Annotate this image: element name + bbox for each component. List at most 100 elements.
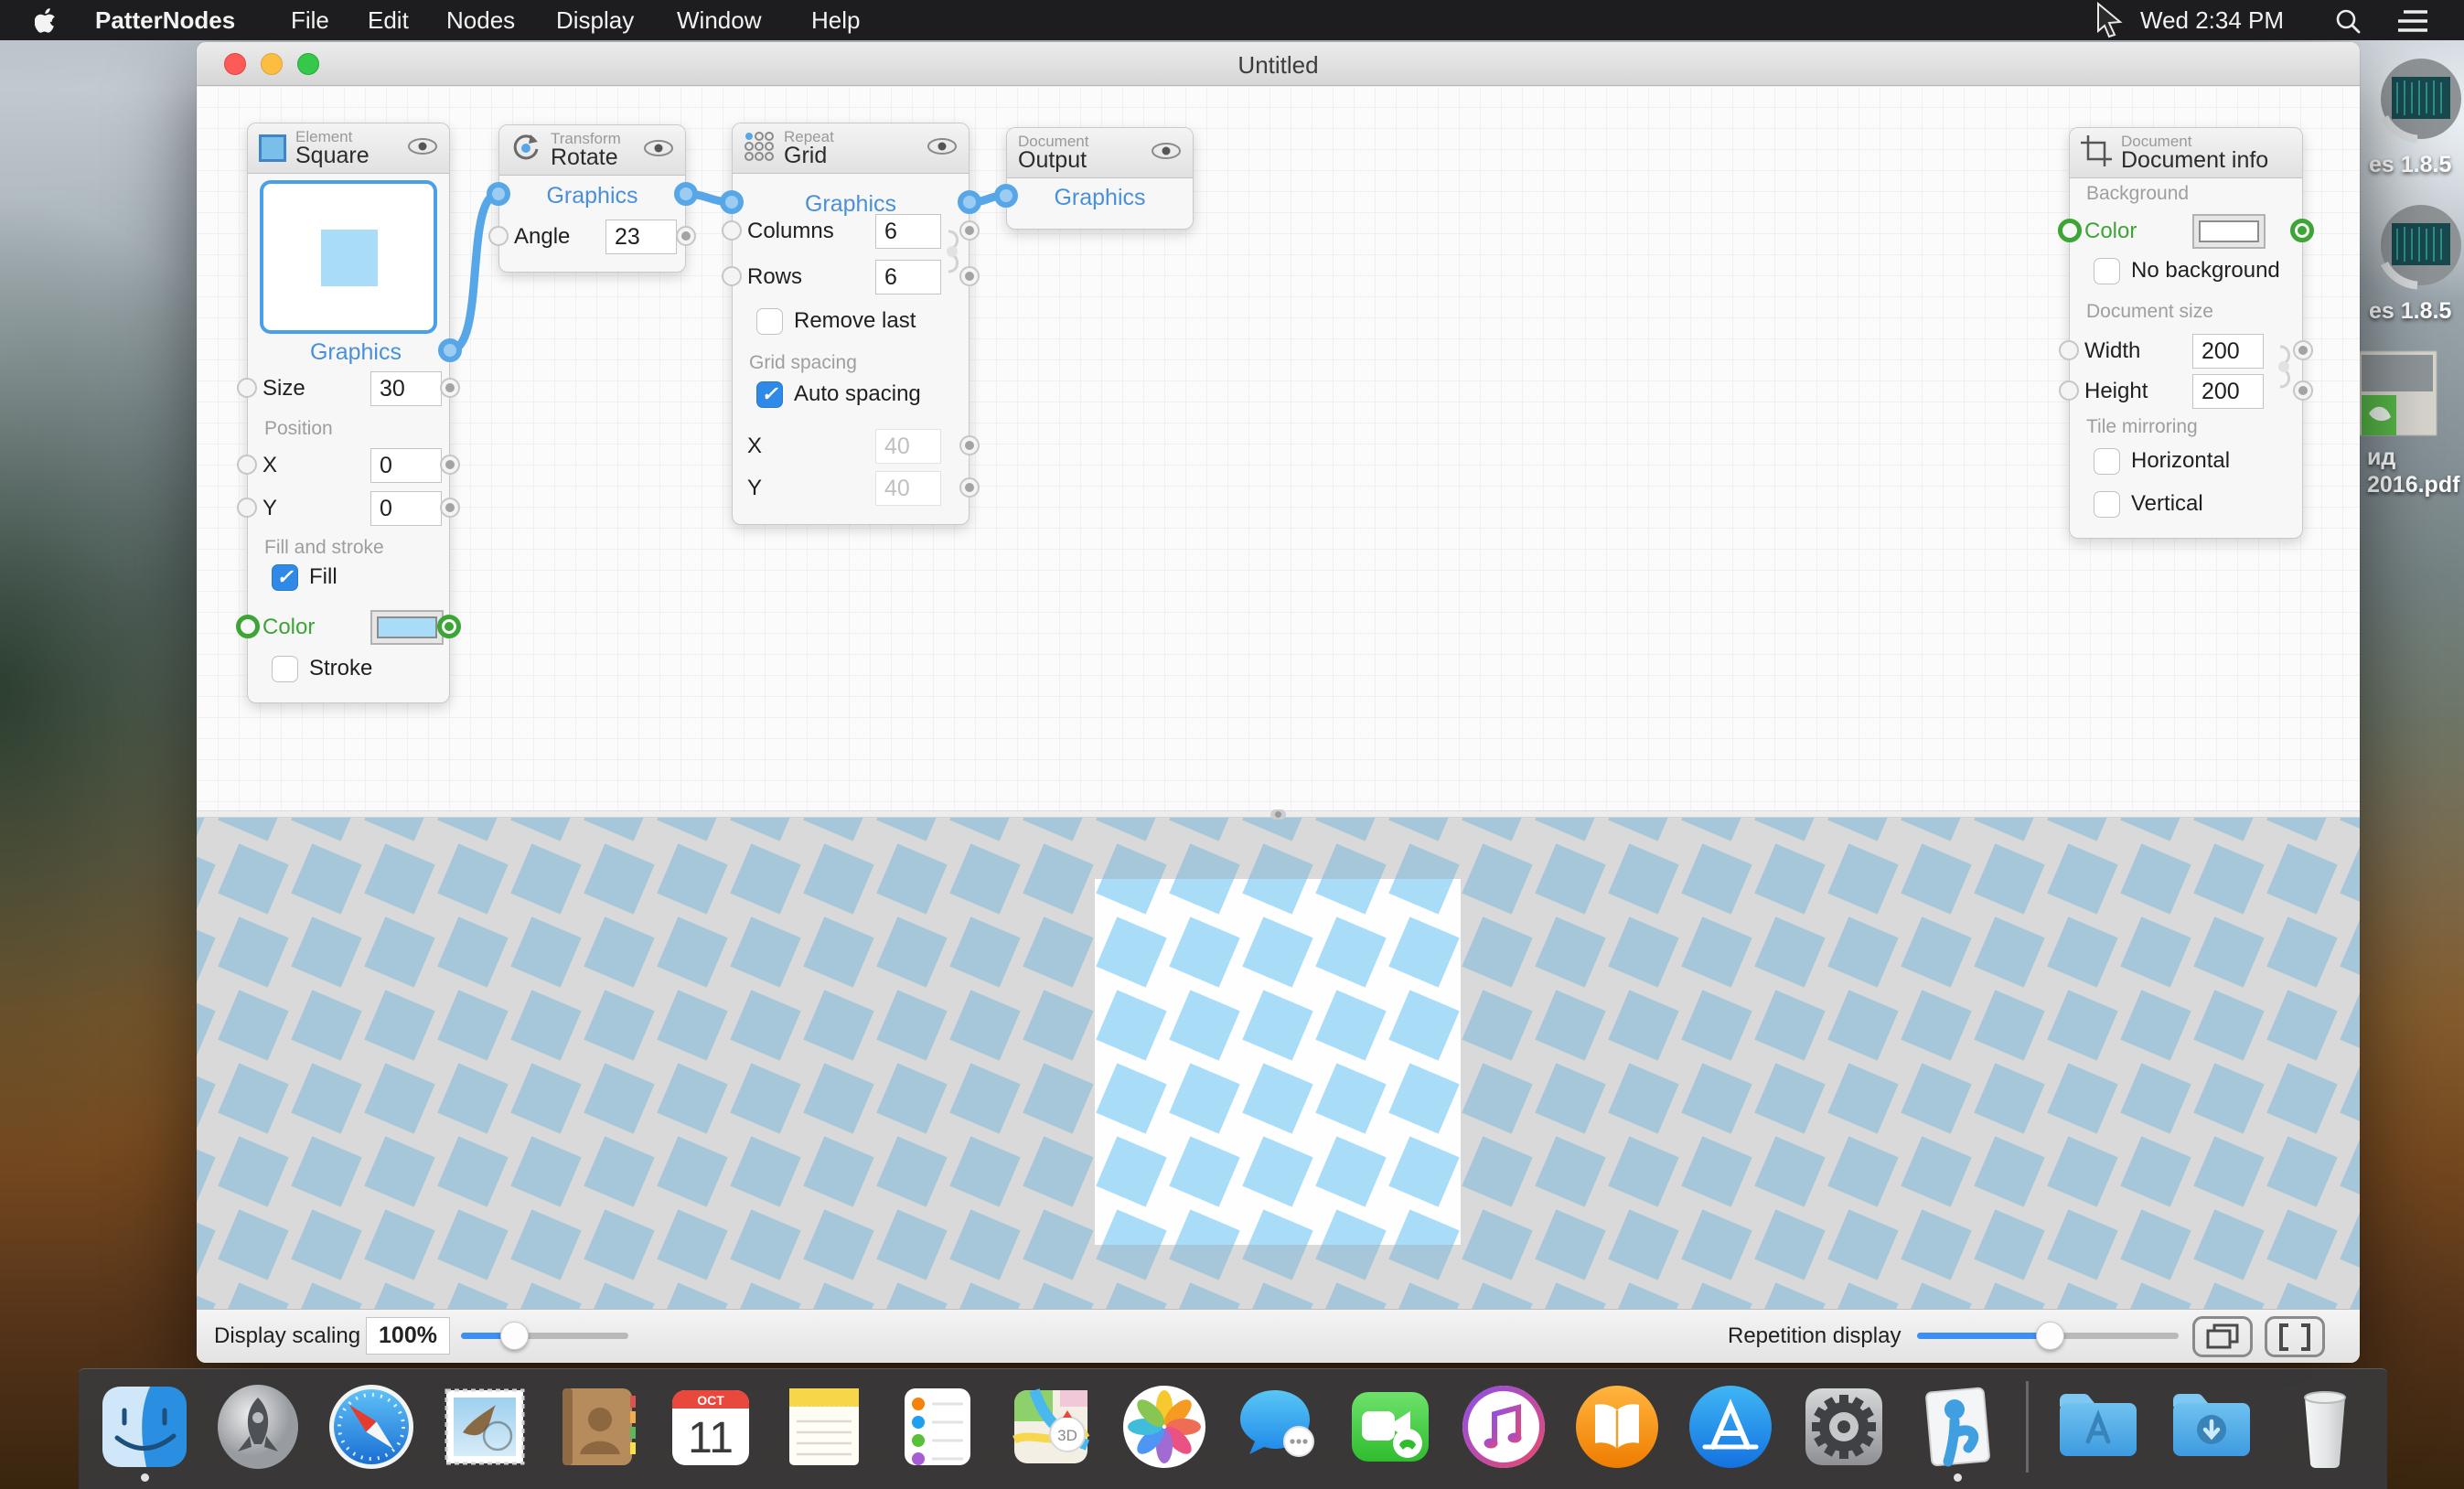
dock-system-preferences[interactable]: [1800, 1383, 1888, 1471]
divider-handle[interactable]: [1270, 809, 1286, 819]
dock-calendar[interactable]: OCT11: [667, 1383, 755, 1471]
node-header[interactable]: Document Output: [1007, 128, 1193, 178]
pattern-preview-area[interactable]: [197, 818, 2360, 1309]
node-header[interactable]: Transform Rotate: [499, 125, 685, 176]
horizontal-mirror-checkbox[interactable]: [2094, 448, 2120, 475]
apple-menu-icon[interactable]: [35, 7, 59, 39]
dock-launchpad[interactable]: [214, 1383, 302, 1471]
port-bg-color-out[interactable]: [2290, 219, 2314, 242]
spacing-x-input[interactable]: 40: [875, 429, 941, 464]
remove-last-checkbox[interactable]: [756, 308, 783, 335]
node-square[interactable]: Element Square Graphics Size 30 Position…: [247, 123, 450, 703]
port-columns-in[interactable]: [722, 220, 742, 241]
spacing-y-input[interactable]: 40: [875, 471, 941, 506]
dock-patternodes[interactable]: [1913, 1383, 2001, 1471]
dock-maps[interactable]: 3D: [1007, 1383, 1095, 1471]
port-size-in[interactable]: [237, 378, 257, 398]
width-input[interactable]: 200: [2192, 334, 2264, 369]
fullscreen-preview-button[interactable]: [2265, 1316, 2325, 1357]
dock-trash[interactable]: [2281, 1383, 2369, 1471]
port-rotate-graphics-out[interactable]: [674, 182, 698, 206]
menu-window[interactable]: Window: [677, 7, 761, 33]
node-header[interactable]: Element Square: [248, 123, 449, 174]
dock-applications-folder[interactable]: [2054, 1383, 2142, 1471]
port-grid-graphics-out[interactable]: [958, 190, 981, 214]
dock-app-store[interactable]: [1687, 1383, 1774, 1471]
port-square-graphics-out[interactable]: [438, 338, 462, 362]
port-y-out[interactable]: [440, 498, 460, 518]
port-rotate-graphics-in[interactable]: [487, 182, 510, 206]
eye-icon[interactable]: [643, 139, 674, 162]
dock-messages[interactable]: [1233, 1383, 1321, 1471]
auto-spacing-checkbox[interactable]: ✓: [756, 381, 783, 408]
color-swatch[interactable]: [370, 610, 444, 645]
menu-nodes[interactable]: Nodes: [446, 7, 515, 33]
port-x-in[interactable]: [237, 455, 257, 475]
menu-app-name[interactable]: PatterNodes: [95, 7, 235, 33]
fill-checkbox[interactable]: ✓: [272, 564, 298, 591]
dock-notes[interactable]: [780, 1383, 868, 1471]
port-rows-in[interactable]: [722, 266, 742, 286]
eye-icon[interactable]: [1151, 142, 1182, 165]
eye-icon[interactable]: [407, 137, 438, 160]
slider-thumb[interactable]: [500, 1322, 529, 1350]
desktop-icon-installer-1[interactable]: es 1.8.5: [2364, 57, 2464, 149]
port-height-in[interactable]: [2059, 380, 2079, 401]
dock-safari[interactable]: [327, 1383, 415, 1471]
display-scaling-slider[interactable]: [461, 1333, 628, 1339]
port-spacing-x-out[interactable]: [959, 435, 980, 455]
angle-input[interactable]: 23: [605, 220, 677, 254]
port-bg-color-in[interactable]: [2058, 219, 2082, 242]
dock-ibooks[interactable]: [1573, 1383, 1661, 1471]
dock-itunes[interactable]: [1460, 1383, 1548, 1471]
port-angle-out[interactable]: [676, 226, 696, 246]
repetition-display-slider[interactable]: [1917, 1333, 2179, 1339]
port-output-graphics-in[interactable]: [994, 184, 1018, 208]
dock-reminders[interactable]: [894, 1383, 981, 1471]
node-output[interactable]: Document Output Graphics: [1006, 127, 1194, 230]
node-header[interactable]: Document Document info: [2070, 128, 2302, 178]
spotlight-search-icon[interactable]: [2334, 7, 2362, 39]
menu-clock[interactable]: Wed 2:34 PM: [2140, 7, 2284, 33]
dock-downloads-folder[interactable]: [2168, 1383, 2255, 1471]
no-background-checkbox[interactable]: [2094, 258, 2120, 284]
port-columns-out[interactable]: [959, 220, 980, 241]
port-color-out[interactable]: [437, 615, 461, 638]
port-x-out[interactable]: [440, 455, 460, 475]
node-rotate[interactable]: Transform Rotate Graphics Angle 23: [498, 124, 686, 273]
eye-icon[interactable]: [927, 137, 958, 160]
port-y-in[interactable]: [237, 498, 257, 518]
size-input[interactable]: 30: [370, 371, 442, 406]
menu-edit[interactable]: Edit: [368, 7, 409, 33]
slider-thumb[interactable]: [2036, 1322, 2064, 1350]
menu-help[interactable]: Help: [811, 7, 860, 33]
columns-input[interactable]: 6: [875, 214, 941, 249]
port-rows-out[interactable]: [959, 266, 980, 286]
menu-file[interactable]: File: [291, 7, 329, 33]
node-header[interactable]: Repeat Grid: [733, 123, 969, 174]
height-input[interactable]: 200: [2192, 374, 2264, 409]
dock-contacts[interactable]: [553, 1383, 641, 1471]
dock-mail[interactable]: [441, 1383, 529, 1471]
port-width-out[interactable]: [2293, 340, 2313, 360]
menu-display[interactable]: Display: [556, 7, 634, 33]
node-grid[interactable]: Repeat Grid Graphics Columns 6 Rows 6 Re…: [732, 123, 970, 525]
background-color-swatch[interactable]: [2192, 214, 2266, 249]
notification-center-icon[interactable]: [2396, 9, 2429, 37]
node-document-info[interactable]: Document Document info Background Color …: [2069, 127, 2303, 539]
dock-photos[interactable]: [1120, 1383, 1208, 1471]
rows-input[interactable]: 6: [875, 260, 941, 295]
port-angle-in[interactable]: [488, 226, 509, 246]
vertical-mirror-checkbox[interactable]: [2094, 491, 2120, 518]
port-spacing-y-out[interactable]: [959, 477, 980, 498]
port-color-in[interactable]: [236, 615, 260, 638]
port-grid-graphics-in[interactable]: [720, 190, 744, 214]
tile-view-button[interactable]: [2192, 1316, 2253, 1357]
dock-facetime[interactable]: [1346, 1383, 1434, 1471]
display-scaling-value[interactable]: 100%: [366, 1317, 450, 1355]
port-height-out[interactable]: [2293, 380, 2313, 401]
dock-finder[interactable]: [101, 1383, 188, 1471]
stroke-checkbox[interactable]: [272, 656, 298, 682]
title-bar[interactable]: Untitled: [197, 42, 2360, 86]
port-size-out[interactable]: [440, 378, 460, 398]
